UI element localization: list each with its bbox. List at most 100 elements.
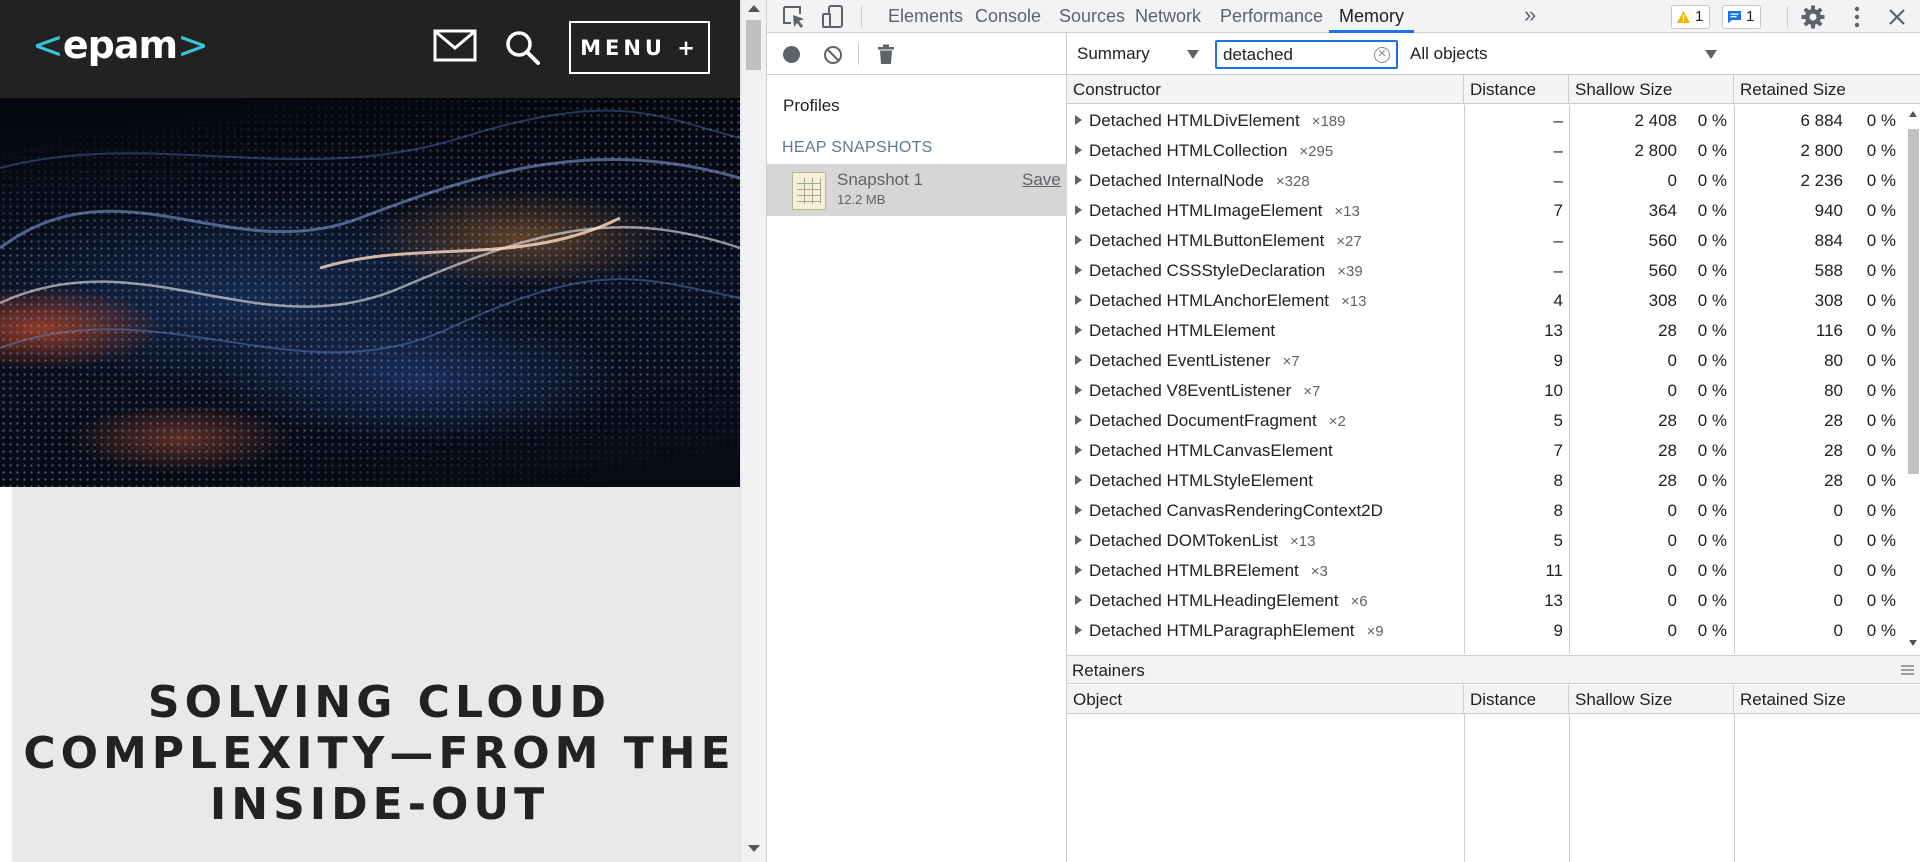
tab-memory[interactable]: Memory [1329,0,1415,33]
instance-count: ×3 [1310,563,1328,580]
distance-value: 13 [1544,591,1563,610]
expand-triangle-icon[interactable] [1075,235,1082,245]
table-row[interactable]: Detached HTMLDivElement ×189 – 2 408 0 % 6 88… [1067,106,1905,136]
column-distance[interactable]: Distance [1464,75,1569,104]
constructor-cell: Detached CSSStyleDeclaration ×39 [1067,256,1462,286]
view-select[interactable]: Summary [1077,33,1150,75]
expand-triangle-icon[interactable] [1075,475,1082,485]
view-dropdown-icon[interactable] [1187,50,1199,59]
save-snapshot-link[interactable]: Save [1022,170,1061,190]
class-filter[interactable]: ✕ [1215,40,1398,69]
expand-triangle-icon[interactable] [1075,325,1082,335]
table-row[interactable]: Detached V8EventListener ×7 10 0 0 % 80 0 % [1067,376,1905,406]
expand-triangle-icon[interactable] [1075,265,1082,275]
expand-triangle-icon[interactable] [1075,385,1082,395]
tab-console[interactable]: Console [974,0,1042,33]
column-shallow-size[interactable]: Shallow Size [1569,685,1734,714]
table-row[interactable]: Detached HTMLElement 13 28 0 % 116 0 % [1067,316,1905,346]
record-icon[interactable] [783,46,800,63]
objects-select[interactable]: All objects [1410,33,1487,75]
menu-button[interactable]: MENU + [569,21,710,74]
retainers-header[interactable]: Retainers [1067,655,1920,684]
constructor-name: Detached HTMLImageElement [1089,201,1323,220]
table-row[interactable]: Detached HTMLHeadingElement ×6 13 0 0 % 0 0 % [1067,586,1905,616]
column-shallow-size[interactable]: Shallow Size [1569,75,1734,104]
more-options-icon[interactable] [1844,4,1870,30]
table-row[interactable]: Detached EventListener ×7 9 0 0 % 80 0 % [1067,346,1905,376]
profiles-heading: Profiles [783,96,840,115]
expand-triangle-icon[interactable] [1075,295,1082,305]
scroll-thumb[interactable] [1908,129,1919,474]
mail-icon[interactable] [433,28,477,64]
shallow-size-percent: 0 % [1697,201,1727,220]
epam-logo[interactable]: <epam> [32,22,209,68]
settings-gear-icon[interactable] [1800,4,1826,30]
column-retained-size[interactable]: Retained Size [1734,75,1920,104]
table-row[interactable]: Detached HTMLAnchorElement ×13 4 308 0 % 308 0… [1067,286,1905,316]
messages-badge[interactable]: 1 [1722,5,1762,29]
more-tabs-button[interactable]: » [1524,0,1536,33]
distance-value: 10 [1544,381,1563,400]
scroll-up-icon[interactable] [748,5,760,12]
retained-size-value: 0 [1833,591,1843,610]
summary-toolbar: Summary ✕ All objects [1067,33,1920,75]
clear-filter-icon[interactable]: ✕ [1374,47,1390,63]
expand-triangle-icon[interactable] [1075,595,1082,605]
instance-count: ×189 [1311,113,1346,130]
grid-scrollbar[interactable] [1905,105,1920,654]
column-distance[interactable]: Distance [1464,685,1569,714]
objects-dropdown-icon[interactable] [1705,50,1717,59]
scroll-down-icon[interactable] [748,845,760,852]
table-row[interactable]: Detached HTMLCollection ×295 – 2 800 0 % 2 80… [1067,136,1905,166]
table-row[interactable]: Detached HTMLStyleElement 8 28 0 % 28 0 % [1067,466,1905,496]
table-row[interactable]: Detached HTMLButtonElement ×27 – 560 0 % 884 0… [1067,226,1905,256]
instance-count: ×328 [1275,173,1310,190]
expand-triangle-icon[interactable] [1075,355,1082,365]
expand-triangle-icon[interactable] [1075,205,1082,215]
expand-triangle-icon[interactable] [1075,625,1082,635]
snapshot-item[interactable]: Snapshot 1 12.2 MB Save [767,164,1067,216]
table-row[interactable]: Detached DOMTokenList ×13 5 0 0 % 0 0 % [1067,526,1905,556]
class-filter-input[interactable] [1223,45,1373,65]
device-toolbar-icon[interactable] [820,4,846,30]
trash-icon[interactable] [877,44,895,65]
scroll-down-icon[interactable] [1909,640,1917,646]
constructor-cell: Detached InternalNode ×328 [1067,166,1462,196]
scroll-up-icon[interactable] [1909,111,1917,117]
tab-sources[interactable]: Sources [1058,0,1126,33]
tab-performance[interactable]: Performance [1219,0,1324,33]
expand-triangle-icon[interactable] [1075,115,1082,125]
resize-handle-icon[interactable] [1901,665,1914,675]
tab-elements[interactable]: Elements [887,0,964,33]
warnings-badge[interactable]: 1 [1671,5,1711,29]
table-row[interactable]: Detached HTMLBRElement ×3 11 0 0 % 0 0 % [1067,556,1905,586]
scroll-thumb[interactable] [746,20,761,70]
expand-triangle-icon[interactable] [1075,175,1082,185]
constructor-grid: Detached HTMLDivElement ×189 – 2 408 0 % 6 88… [1067,105,1920,654]
table-row[interactable]: Detached DocumentFragment ×2 5 28 0 % 28 0 % [1067,406,1905,436]
expand-triangle-icon[interactable] [1075,145,1082,155]
table-row[interactable]: Detached CSSStyleDeclaration ×39 – 560 0 % 58… [1067,256,1905,286]
table-row[interactable]: Detached HTMLImageElement ×13 7 364 0 % 940 0 … [1067,196,1905,226]
expand-triangle-icon[interactable] [1075,415,1082,425]
column-constructor[interactable]: Constructor [1067,75,1464,104]
column-retained-size[interactable]: Retained Size [1734,685,1920,714]
search-icon[interactable] [503,28,543,68]
table-row[interactable]: Detached HTMLParagraphElement ×9 9 0 0 % 0 0 % [1067,616,1905,646]
expand-triangle-icon[interactable] [1075,565,1082,575]
tab-network[interactable]: Network [1134,0,1202,33]
page-scrollbar[interactable] [740,0,766,862]
expand-triangle-icon[interactable] [1075,505,1082,515]
close-icon[interactable] [1884,4,1910,30]
inspect-element-icon[interactable] [781,4,807,30]
retained-size-value: 28 [1824,441,1843,460]
table-row[interactable]: Detached CanvasRenderingContext2D 8 0 0 % 0 0… [1067,496,1905,526]
column-object[interactable]: Object [1067,685,1464,714]
table-row[interactable]: Detached InternalNode ×328 – 0 0 % 2 236 0 % [1067,166,1905,196]
expand-triangle-icon[interactable] [1075,535,1082,545]
retained-size-value: 80 [1824,381,1843,400]
expand-triangle-icon[interactable] [1075,445,1082,455]
clear-icon[interactable] [823,45,843,65]
constructor-name: Detached HTMLElement [1089,321,1276,340]
table-row[interactable]: Detached HTMLCanvasElement 7 28 0 % 28 0 % [1067,436,1905,466]
